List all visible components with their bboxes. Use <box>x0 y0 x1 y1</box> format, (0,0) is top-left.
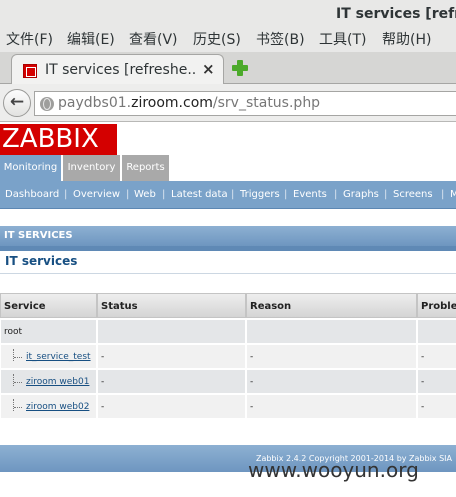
table-row: root <box>0 319 456 344</box>
url-path: /srv_status.php <box>212 95 321 111</box>
main-menu-monitoring[interactable]: Monitoring <box>0 155 62 181</box>
submenu-separator: | <box>162 189 166 200</box>
submenu-separator: | <box>231 189 235 200</box>
main-menu-inventory[interactable]: Inventory <box>63 155 121 181</box>
section-header: IT SERVICES <box>0 226 456 246</box>
submenu-graphs[interactable]: Graphs <box>343 181 379 209</box>
column-header-problem[interactable]: Proble <box>417 293 456 318</box>
submenu-separator: | <box>64 189 68 200</box>
url-prefix: paydbs01. <box>58 95 132 111</box>
close-tab-icon[interactable]: × <box>202 60 215 78</box>
zabbix-favicon-icon <box>23 64 37 78</box>
menu-view[interactable]: 查看(V) <box>129 28 178 52</box>
submenu-triggers[interactable]: Triggers <box>240 181 280 209</box>
navigation-bar: ← paydbs01.ziroom.com/srv_status.php <box>0 84 456 122</box>
menubar: 文件(F) 编辑(E) 查看(V) 历史(S) 书签(B) 工具(T) 帮助(H… <box>0 28 456 52</box>
service-cell: ziroom web02 <box>0 394 97 419</box>
service-link[interactable]: ziroom web01 <box>26 377 89 387</box>
menu-file[interactable]: 文件(F) <box>6 28 53 52</box>
problem-cell <box>417 319 456 344</box>
main-menu-reports[interactable]: Reports <box>122 155 170 181</box>
url-domain: ziroom.com <box>131 95 213 111</box>
zabbix-page: ZABBIX Monitoring Inventory Reports Dash… <box>0 122 456 497</box>
status-cell: - <box>97 344 246 369</box>
window-titlebar: IT services [refre <box>0 0 456 28</box>
submenu-overview[interactable]: Overview <box>73 181 120 209</box>
browser-tab[interactable]: IT services [refreshe... × <box>11 54 224 85</box>
column-header-status[interactable]: Status <box>97 293 246 318</box>
divider <box>0 273 456 274</box>
menu-edit[interactable]: 编辑(E) <box>67 28 115 52</box>
submenu-more[interactable]: M <box>450 181 456 209</box>
table-row: it_service_test - - - <box>0 344 456 369</box>
submenu-separator: | <box>284 189 288 200</box>
status-cell <box>97 319 246 344</box>
menu-help[interactable]: 帮助(H) <box>382 28 431 52</box>
submenu-separator: | <box>126 189 130 200</box>
service-cell: ziroom web01 <box>0 369 97 394</box>
submenu-separator: | <box>334 189 338 200</box>
window-title: IT services [refre <box>336 6 456 22</box>
watermark: www.wooyun.org <box>248 458 419 482</box>
reason-cell: - <box>246 344 417 369</box>
globe-icon <box>40 97 54 111</box>
submenu-dashboard[interactable]: Dashboard <box>5 181 59 209</box>
menu-tools[interactable]: 工具(T) <box>319 28 366 52</box>
submenu-separator: | <box>384 189 388 200</box>
submenu-separator: | <box>441 189 445 200</box>
table-row: ziroom web01 - - - <box>0 369 456 394</box>
service-cell: it_service_test <box>0 344 97 369</box>
problem-cell: - <box>417 394 456 419</box>
service-link[interactable]: it_service_test <box>26 352 91 362</box>
tree-connector-icon <box>13 399 23 411</box>
back-arrow-icon[interactable]: ← <box>3 89 31 117</box>
column-header-reason[interactable]: Reason <box>246 293 417 318</box>
submenu-latest-data[interactable]: Latest data <box>171 181 228 209</box>
reason-cell: - <box>246 394 417 419</box>
submenu-screens[interactable]: Screens <box>393 181 433 209</box>
tree-connector-icon <box>13 374 23 386</box>
sub-menu: Dashboard | Overview | Web | Latest data… <box>0 181 456 209</box>
menu-bookmarks[interactable]: 书签(B) <box>256 28 305 52</box>
section-header-bar <box>0 246 456 251</box>
menu-history[interactable]: 历史(S) <box>193 28 241 52</box>
problem-cell: - <box>417 369 456 394</box>
tab-strip: IT services [refreshe... × <box>0 52 456 85</box>
tree-connector-icon <box>13 349 23 361</box>
url-text: paydbs01.ziroom.com/srv_status.php <box>58 95 320 111</box>
url-bar[interactable]: paydbs01.ziroom.com/srv_status.php <box>34 91 456 116</box>
status-cell: - <box>97 394 246 419</box>
problem-cell: - <box>417 344 456 369</box>
reason-cell: - <box>246 369 417 394</box>
new-tab-plus-icon[interactable] <box>232 60 248 76</box>
table-row: ziroom web02 - - - <box>0 394 456 419</box>
submenu-web[interactable]: Web <box>134 181 156 209</box>
status-cell: - <box>97 369 246 394</box>
column-header-service[interactable]: Service <box>0 293 97 318</box>
tab-title: IT services [refreshe... <box>45 62 195 78</box>
page-subtitle: IT services <box>5 254 78 268</box>
submenu-events[interactable]: Events <box>293 181 327 209</box>
zabbix-logo[interactable]: ZABBIX <box>0 124 117 155</box>
service-link[interactable]: ziroom web02 <box>26 402 89 412</box>
service-cell: root <box>0 319 97 344</box>
reason-cell <box>246 319 417 344</box>
main-menu: Monitoring Inventory Reports <box>0 155 456 181</box>
